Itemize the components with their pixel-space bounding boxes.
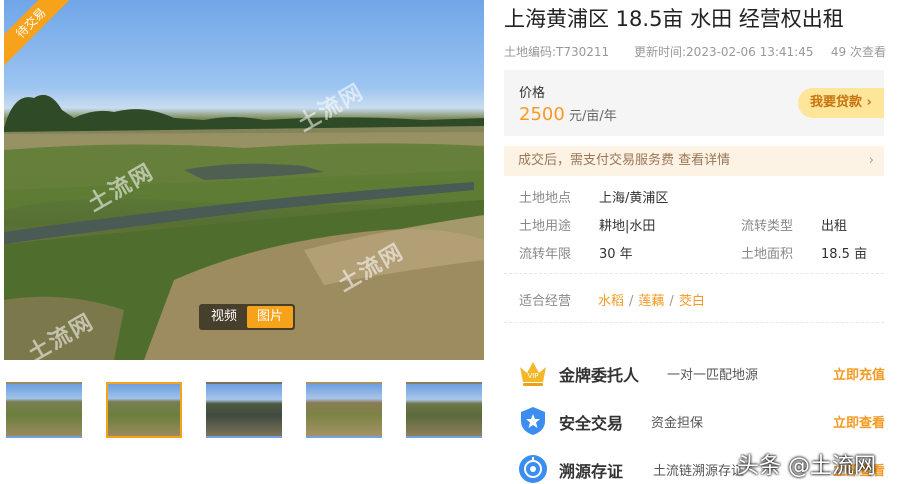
view-now-link[interactable]: 立即查看 <box>833 412 885 431</box>
recharge-now-link[interactable]: 立即充值 <box>833 364 885 383</box>
detail-usage: 土地用途 耕地|水田 <box>519 215 655 234</box>
tag-separator: / <box>669 294 674 309</box>
price-amount: 2500 <box>519 104 565 125</box>
service-secure-trade: 安全交易 资金担保 立即查看 <box>517 401 885 441</box>
price-value: 2500 元/亩/年 <box>519 104 617 125</box>
detail-value: 30 年 <box>599 247 633 262</box>
detail-location: 土地地点 上海/黄浦区 <box>519 187 668 206</box>
price-box: 价格 2500 元/亩/年 我要贷款 › <box>504 70 884 136</box>
view-count: 49 次查看 <box>830 45 886 59</box>
loan-button[interactable]: 我要贷款 › <box>798 88 884 118</box>
detail-value: 18.5 亩 <box>821 247 868 262</box>
detail-value: 耕地|水田 <box>599 219 656 234</box>
tag-separator: / <box>629 294 634 309</box>
suitable-business-tags: 水稻 / 莲藕 / 茭白 <box>598 290 705 309</box>
detail-key: 流转年限 <box>519 247 572 262</box>
crown-icon: VIP <box>520 362 546 386</box>
detail-key: 土地用途 <box>519 219 572 234</box>
chevron-right-icon: › <box>868 153 874 168</box>
service-name: 溯源存证 <box>559 462 624 481</box>
service-gold-agent: VIP 金牌委托人 一对一匹配地源 立即充值 <box>517 353 885 393</box>
business-tag[interactable]: 茭白 <box>679 294 705 309</box>
business-tag[interactable]: 水稻 <box>598 294 624 309</box>
detail-key: 土地地点 <box>519 191 572 206</box>
price-unit: 元/亩/年 <box>564 109 617 124</box>
detail-area: 土地面积 18.5 亩 <box>741 243 867 262</box>
thumbnail-3[interactable] <box>206 382 282 438</box>
thumbnail-2[interactable] <box>106 382 182 438</box>
thumbnail-strip <box>6 382 482 438</box>
detail-term: 流转年限 30 年 <box>519 243 633 262</box>
land-listing-page: 待交易 土流网 土流网 土流网 土流网 视频 图片 上海黄浦区 18.5亩 水田… <box>0 0 897 484</box>
service-desc: 资金担保 <box>651 416 704 431</box>
service-desc: 一对一匹配地源 <box>667 368 759 383</box>
business-tag[interactable]: 莲藕 <box>638 294 664 309</box>
service-name: 安全交易 <box>559 414 624 433</box>
divider <box>504 322 884 323</box>
suitable-business-label: 适合经营 <box>519 294 572 309</box>
detail-transfer-type: 流转类型 出租 <box>741 215 847 234</box>
service-name: 金牌委托人 <box>559 366 640 385</box>
shield-icon <box>521 407 545 435</box>
service-desc: 土流链溯源存证 <box>653 464 745 479</box>
land-code: 土地编码:T730211 <box>504 45 610 59</box>
media-toggle: 视频 图片 <box>199 304 296 330</box>
svg-text:VIP: VIP <box>527 372 538 380</box>
fee-notice-text: 成交后，需支付交易服务费 查看详情 <box>518 153 731 168</box>
trace-icon <box>519 455 547 483</box>
video-tab[interactable]: 视频 <box>201 306 247 328</box>
update-time: 更新时间:2023-02-06 13:41:45 <box>634 45 814 59</box>
detail-key: 流转类型 <box>741 219 794 234</box>
detail-value: 出租 <box>821 219 848 234</box>
detail-key: 土地面积 <box>741 247 794 262</box>
detail-value: 上海/黄浦区 <box>599 191 669 206</box>
brand-watermark: 头条 @土流网 <box>737 454 876 479</box>
divider <box>504 273 884 274</box>
service-fee-notice[interactable]: 成交后，需支付交易服务费 查看详情 › <box>504 146 884 176</box>
price-label: 价格 <box>519 86 546 101</box>
listing-title: 上海黄浦区 18.5亩 水田 经营权出租 <box>504 7 844 31</box>
image-tab[interactable]: 图片 <box>247 306 294 328</box>
thumbnail-1[interactable] <box>6 382 82 438</box>
main-photo[interactable]: 待交易 土流网 土流网 土流网 土流网 视频 图片 <box>4 0 484 360</box>
thumbnail-4[interactable] <box>306 382 382 438</box>
listing-meta: 土地编码:T730211 更新时间:2023-02-06 13:41:45 49… <box>504 43 886 60</box>
thumbnail-5[interactable] <box>406 382 482 438</box>
